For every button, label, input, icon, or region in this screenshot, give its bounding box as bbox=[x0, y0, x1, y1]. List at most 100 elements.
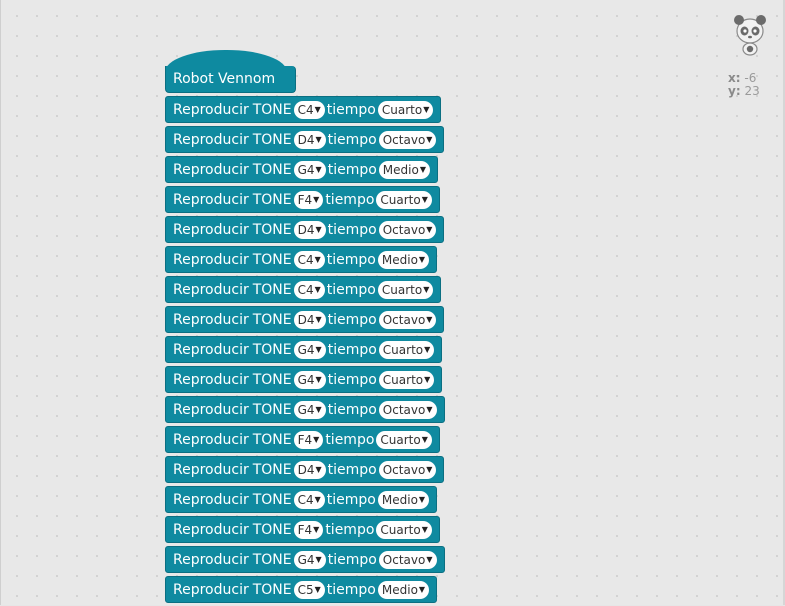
play-tone-block[interactable]: Reproducir TONE C4 ▼ tiempo Cuarto ▼ bbox=[165, 96, 442, 123]
dropdown-arrow-icon: ▼ bbox=[315, 135, 322, 144]
duration-dropdown[interactable]: Cuarto ▼ bbox=[377, 280, 434, 299]
note-dropdown[interactable]: D4 ▼ bbox=[293, 310, 326, 329]
duration-dropdown[interactable]: Octavo ▼ bbox=[378, 310, 437, 329]
note-value: C5 bbox=[297, 582, 314, 597]
duration-dropdown[interactable]: Cuarto ▼ bbox=[376, 520, 432, 539]
play-tone-block[interactable]: Reproducir TONE F4 ▼ tiempo Cuarto ▼ bbox=[165, 516, 440, 543]
note-dropdown[interactable]: G4 ▼ bbox=[293, 160, 326, 179]
duration-dropdown[interactable]: Cuarto ▼ bbox=[378, 340, 435, 359]
play-tone-block[interactable]: Reproducir TONE D4 ▼ tiempo Octavo ▼ bbox=[165, 306, 445, 333]
duration-dropdown[interactable]: Cuarto ▼ bbox=[376, 430, 432, 449]
note-dropdown[interactable]: C4 ▼ bbox=[293, 490, 325, 509]
play-label: Reproducir bbox=[173, 311, 249, 328]
duration-dropdown[interactable]: Cuarto ▼ bbox=[378, 370, 435, 389]
note-dropdown[interactable]: G4 ▼ bbox=[293, 340, 326, 359]
play-tone-block[interactable]: Reproducir TONE D4 ▼ tiempo Octavo ▼ bbox=[165, 456, 445, 483]
block-stack: Reproducir TONE C4 ▼ tiempo Cuarto ▼ Reproducir… bbox=[165, 96, 445, 606]
tiempo-label: tiempo bbox=[325, 521, 375, 538]
dropdown-arrow-icon: ▼ bbox=[424, 345, 431, 354]
hat-block[interactable]: Robot Vennom bbox=[165, 66, 296, 93]
duration-dropdown[interactable]: Medio ▼ bbox=[377, 250, 430, 269]
duration-dropdown[interactable]: Cuarto ▼ bbox=[376, 190, 432, 209]
duration-dropdown[interactable]: Medio ▼ bbox=[378, 160, 430, 179]
play-label: Reproducir bbox=[173, 521, 249, 538]
play-tone-block[interactable]: Reproducir TONE G4 ▼ tiempo Cuarto ▼ bbox=[165, 336, 443, 363]
dropdown-arrow-icon: ▼ bbox=[313, 435, 320, 444]
duration-dropdown[interactable]: Octavo ▼ bbox=[378, 550, 437, 569]
dropdown-arrow-icon: ▼ bbox=[418, 255, 426, 264]
note-dropdown[interactable]: D4 ▼ bbox=[293, 220, 326, 239]
note-value: F4 bbox=[297, 432, 313, 447]
play-tone-block[interactable]: Reproducir TONE F4 ▼ tiempo Cuarto ▼ bbox=[165, 186, 440, 213]
tone-label: TONE bbox=[252, 341, 292, 358]
play-label: Reproducir bbox=[173, 341, 249, 358]
tone-label: TONE bbox=[252, 461, 292, 478]
play-label: Reproducir bbox=[173, 191, 249, 208]
duration-dropdown[interactable]: Octavo ▼ bbox=[378, 220, 437, 239]
dropdown-arrow-icon: ▼ bbox=[315, 315, 322, 324]
tiempo-label: tiempo bbox=[327, 161, 377, 178]
note-dropdown[interactable]: F4 ▼ bbox=[293, 190, 324, 209]
dropdown-arrow-icon: ▼ bbox=[313, 525, 320, 534]
dropdown-arrow-icon: ▼ bbox=[426, 135, 433, 144]
note-dropdown[interactable]: G4 ▼ bbox=[293, 370, 326, 389]
tiempo-label: tiempo bbox=[327, 401, 377, 418]
play-tone-block[interactable]: Reproducir TONE G4 ▼ tiempo Octavo ▼ bbox=[165, 396, 445, 423]
play-label: Reproducir bbox=[173, 251, 249, 268]
x-value: -6 bbox=[744, 71, 757, 85]
note-dropdown[interactable]: F4 ▼ bbox=[293, 520, 324, 539]
x-label: x: bbox=[728, 71, 741, 85]
note-value: C4 bbox=[297, 282, 314, 297]
duration-value: Medio bbox=[381, 252, 418, 267]
play-label: Reproducir bbox=[173, 281, 249, 298]
duration-dropdown[interactable]: Octavo ▼ bbox=[378, 400, 437, 419]
play-tone-block[interactable]: Reproducir TONE G4 ▼ tiempo Cuarto ▼ bbox=[165, 366, 443, 393]
play-tone-block[interactable]: Reproducir TONE C4 ▼ tiempo Cuarto ▼ bbox=[165, 276, 442, 303]
note-dropdown[interactable]: C4 ▼ bbox=[293, 250, 325, 269]
tiempo-label: tiempo bbox=[326, 101, 376, 118]
play-tone-block[interactable]: Reproducir TONE G4 ▼ tiempo Medio ▼ bbox=[165, 156, 438, 183]
dropdown-arrow-icon: ▼ bbox=[419, 165, 426, 174]
note-value: C4 bbox=[297, 252, 314, 267]
dropdown-arrow-icon: ▼ bbox=[314, 495, 321, 504]
dropdown-arrow-icon: ▼ bbox=[314, 585, 321, 594]
note-value: F4 bbox=[297, 522, 313, 537]
duration-dropdown[interactable]: Medio ▼ bbox=[377, 580, 430, 599]
tone-label: TONE bbox=[252, 371, 292, 388]
play-tone-block[interactable]: Reproducir TONE F4 ▼ tiempo Cuarto ▼ bbox=[165, 426, 440, 453]
dropdown-arrow-icon: ▼ bbox=[418, 495, 426, 504]
hat-block-label: Robot Vennom bbox=[173, 71, 276, 87]
duration-dropdown[interactable]: Medio ▼ bbox=[377, 490, 430, 509]
play-tone-block[interactable]: Reproducir TONE G4 ▼ tiempo Octavo ▼ bbox=[165, 546, 445, 573]
duration-value: Cuarto bbox=[381, 282, 423, 297]
play-tone-block[interactable]: Reproducir TONE C5 ▼ tiempo Medio ▼ bbox=[165, 576, 438, 603]
dropdown-arrow-icon: ▼ bbox=[421, 525, 428, 534]
dropdown-arrow-icon: ▼ bbox=[418, 585, 426, 594]
note-dropdown[interactable]: C4 ▼ bbox=[293, 100, 325, 119]
play-label: Reproducir bbox=[173, 131, 249, 148]
tiempo-label: tiempo bbox=[327, 371, 377, 388]
duration-value: Medio bbox=[381, 582, 418, 597]
tone-label: TONE bbox=[252, 281, 292, 298]
play-tone-block[interactable]: Reproducir TONE C4 ▼ tiempo Medio ▼ bbox=[165, 246, 438, 273]
play-tone-block[interactable]: Reproducir TONE C4 ▼ tiempo Medio ▼ bbox=[165, 486, 438, 513]
duration-dropdown[interactable]: Octavo ▼ bbox=[378, 130, 437, 149]
tiempo-label: tiempo bbox=[327, 131, 377, 148]
note-dropdown[interactable]: G4 ▼ bbox=[293, 400, 326, 419]
note-dropdown[interactable]: G4 ▼ bbox=[293, 550, 326, 569]
duration-dropdown[interactable]: Octavo ▼ bbox=[378, 460, 437, 479]
play-tone-block[interactable]: Reproducir TONE D4 ▼ tiempo Octavo ▼ bbox=[165, 216, 445, 243]
note-dropdown[interactable]: D4 ▼ bbox=[293, 460, 326, 479]
play-label: Reproducir bbox=[173, 461, 249, 478]
dropdown-arrow-icon: ▼ bbox=[421, 435, 428, 444]
duration-dropdown[interactable]: Cuarto ▼ bbox=[377, 100, 434, 119]
dropdown-arrow-icon: ▼ bbox=[426, 225, 433, 234]
play-tone-block[interactable]: Reproducir TONE D4 ▼ tiempo Octavo ▼ bbox=[165, 126, 445, 153]
tone-label: TONE bbox=[252, 131, 292, 148]
tone-label: TONE bbox=[252, 401, 292, 418]
duration-value: Cuarto bbox=[380, 432, 421, 447]
note-dropdown[interactable]: C5 ▼ bbox=[293, 580, 325, 599]
note-dropdown[interactable]: C4 ▼ bbox=[293, 280, 325, 299]
note-dropdown[interactable]: D4 ▼ bbox=[293, 130, 326, 149]
note-dropdown[interactable]: F4 ▼ bbox=[293, 430, 324, 449]
